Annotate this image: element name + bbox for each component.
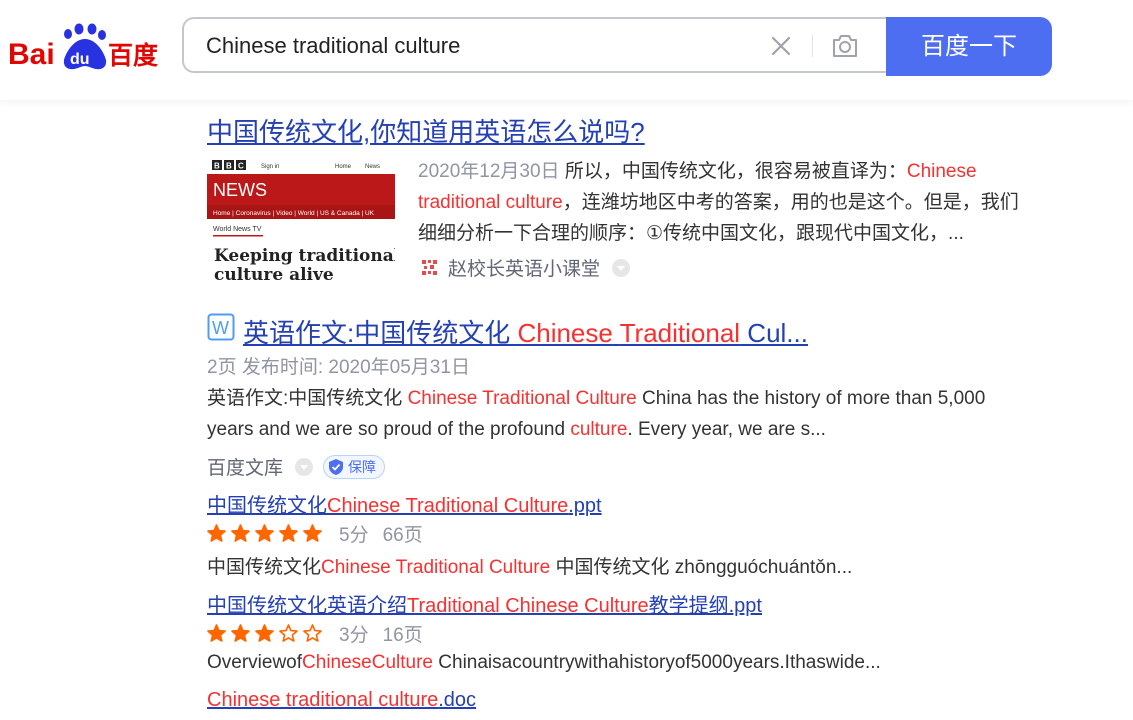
svg-text:World News TV: World News TV bbox=[213, 226, 262, 233]
svg-text:Bai: Bai bbox=[8, 38, 55, 71]
svg-text:culture alive: culture alive bbox=[214, 265, 334, 282]
baidu-logo[interactable]: Bai du 百度 bbox=[8, 22, 160, 72]
snippet-highlight: ChineseCulture bbox=[302, 652, 433, 673]
abstract-text: . Every year, we are s... bbox=[627, 419, 826, 440]
source-name[interactable]: 百度文库 bbox=[207, 453, 283, 480]
title-text: Cul... bbox=[740, 318, 808, 348]
star-empty-icon bbox=[303, 624, 322, 642]
snippet-text: Chinaisacountrywithahistoryof5000years.I… bbox=[433, 652, 881, 673]
title-text: .doc bbox=[438, 689, 477, 711]
star-filled-icon bbox=[279, 524, 298, 542]
result-source-2[interactable]: 百度文库 保障 bbox=[207, 453, 386, 480]
result-meta: 2页 发布时间: 2020年05月31日 bbox=[207, 357, 470, 378]
page-count: 16页 bbox=[382, 625, 423, 646]
svg-text:B: B bbox=[214, 162, 220, 171]
abstract-text: 英语作文:中国传统文化 bbox=[207, 388, 408, 409]
title-text: 英语作文:中国传统文化 bbox=[243, 318, 518, 348]
svg-text:B: B bbox=[226, 162, 232, 171]
source-name[interactable]: 赵校长英语小课堂 bbox=[448, 254, 600, 281]
chevron-down-icon[interactable] bbox=[612, 258, 631, 277]
svg-text:NEWS: NEWS bbox=[213, 180, 267, 200]
svg-text:W: W bbox=[212, 318, 229, 338]
sub-result-title-1[interactable]: 中国传统文化Chinese Traditional Culture.ppt bbox=[207, 489, 602, 518]
star-rating bbox=[207, 524, 327, 543]
close-icon[interactable] bbox=[769, 34, 793, 58]
search-input[interactable] bbox=[204, 19, 748, 73]
score: 5分 bbox=[339, 525, 369, 546]
title-text: 中国传统文化英语介绍 bbox=[207, 595, 407, 617]
search-button[interactable]: 百度一下 bbox=[886, 17, 1052, 76]
result-title-2[interactable]: 英语作文:中国传统文化 Chinese Traditional Cul... bbox=[243, 313, 808, 350]
result-date: 2020年12月30日 bbox=[418, 161, 560, 182]
score: 3分 bbox=[339, 625, 369, 646]
word-doc-icon: W bbox=[207, 313, 235, 341]
star-filled-icon bbox=[255, 624, 274, 642]
star-filled-icon bbox=[255, 524, 274, 542]
result-abstract-1: 2020年12月30日 所以，中国传统文化，很容易被直译为：Chinese tr… bbox=[418, 156, 1033, 249]
sub-result-title-2[interactable]: 中国传统文化英语介绍Traditional Chinese Culture教学提… bbox=[207, 589, 762, 618]
star-empty-icon bbox=[279, 624, 298, 642]
star-filled-icon bbox=[231, 624, 250, 642]
sub-result-rating-1: 5分 66页 bbox=[207, 520, 423, 547]
guarantee-badge[interactable]: 保障 bbox=[323, 454, 386, 479]
divider bbox=[812, 35, 813, 57]
svg-text:du: du bbox=[70, 51, 90, 68]
title-text: .ppt bbox=[568, 495, 602, 517]
result-source-1[interactable]: 赵校长英语小课堂 bbox=[421, 254, 631, 281]
bbc-news-thumbnail-image: B B C Sign in Home News NEWS Home | Coro… bbox=[207, 156, 395, 282]
result-abstract-2: 英语作文:中国传统文化 Chinese Traditional Culture … bbox=[207, 383, 1032, 445]
star-filled-icon bbox=[207, 624, 226, 642]
title-text: 教学提纲.ppt bbox=[648, 595, 762, 617]
sub-result-snippet-2: OverviewofChineseCulture Chinaisacountry… bbox=[207, 652, 881, 674]
shield-check-icon bbox=[329, 458, 344, 475]
chevron-down-icon[interactable] bbox=[295, 457, 314, 476]
source-avatar-icon bbox=[421, 259, 438, 276]
svg-text:News: News bbox=[365, 164, 380, 170]
title-highlight: Chinese Traditional Culture bbox=[327, 495, 569, 517]
svg-text:百度: 百度 bbox=[108, 41, 158, 70]
result-thumbnail[interactable]: B B C Sign in Home News NEWS Home | Coro… bbox=[207, 156, 395, 282]
abstract-text: 所以，中国传统文化，很容易被直译为： bbox=[564, 161, 907, 182]
badge-label: 保障 bbox=[348, 458, 377, 475]
title-highlight: Traditional Chinese Culture bbox=[407, 595, 649, 617]
star-rating bbox=[207, 624, 327, 643]
svg-text:Sign in: Sign in bbox=[261, 164, 279, 170]
camera-icon[interactable] bbox=[830, 32, 860, 60]
page-count: 66页 bbox=[382, 525, 423, 546]
sub-result-rating-2: 3分 16页 bbox=[207, 620, 423, 647]
star-filled-icon bbox=[303, 524, 322, 542]
title-highlight: Traditional bbox=[619, 318, 741, 348]
title-text bbox=[613, 318, 620, 348]
title-highlight: Chinese bbox=[517, 318, 613, 348]
abstract-highlight: Chinese Traditional Culture bbox=[407, 388, 637, 409]
svg-text:C: C bbox=[238, 162, 244, 171]
sub-result-snippet-1: 中国传统文化Chinese Traditional Culture 中国传统文化… bbox=[207, 552, 852, 579]
svg-text:Home | Coronavirus | Video | W: Home | Coronavirus | Video | World | US … bbox=[213, 210, 375, 217]
title-text: 中国传统文化 bbox=[207, 495, 327, 517]
search-box bbox=[182, 17, 887, 73]
sub-result-title-3[interactable]: Chinese traditional culture.doc bbox=[207, 689, 476, 712]
abstract-highlight: culture bbox=[570, 419, 628, 440]
result-title-1[interactable]: 中国传统文化,你知道用英语怎么说吗? bbox=[207, 112, 645, 149]
svg-text:Home: Home bbox=[335, 164, 352, 170]
svg-text:Keeping traditional c: Keeping traditional c bbox=[214, 246, 395, 266]
title-highlight: Chinese traditional culture bbox=[207, 689, 439, 711]
snippet-highlight: Chinese Traditional Culture bbox=[321, 557, 551, 578]
star-filled-icon bbox=[231, 524, 250, 542]
top-header: Bai du 百度 百度一下 bbox=[0, 0, 1133, 100]
snippet-text: 中国传统文化 bbox=[207, 557, 322, 578]
star-filled-icon bbox=[207, 524, 226, 542]
snippet-text: Overviewof bbox=[207, 652, 303, 673]
snippet-text: 中国传统文化 zhōngguóchuántǒn... bbox=[550, 557, 853, 578]
